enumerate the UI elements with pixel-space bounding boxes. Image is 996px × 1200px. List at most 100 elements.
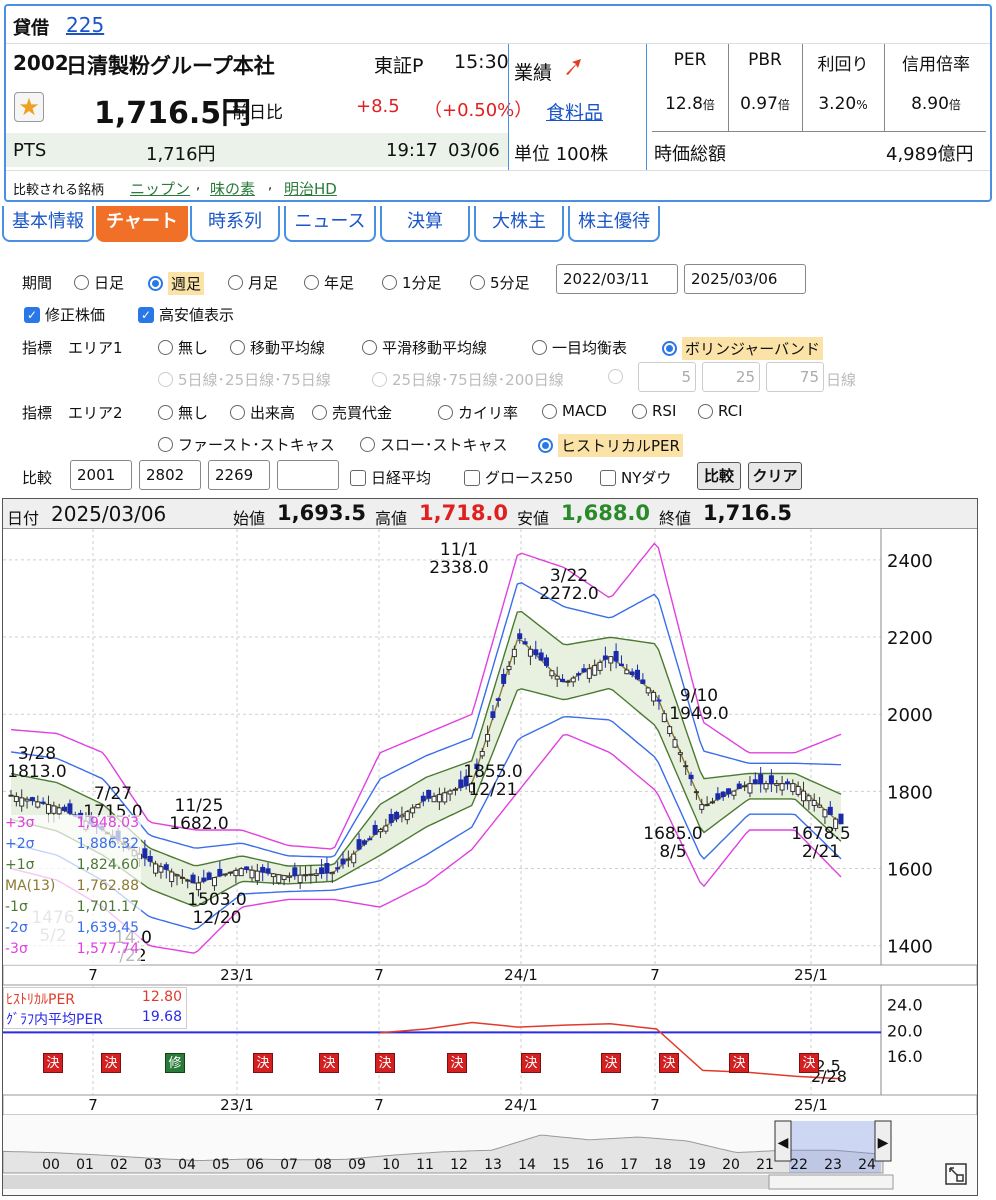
y-tick-3: 2000	[887, 705, 933, 726]
period-radio-4[interactable]: 1分足	[382, 272, 442, 293]
pts-time: 19:17	[386, 140, 438, 161]
candle-body	[399, 814, 405, 818]
area2-radio-1[interactable]: 出来高	[230, 402, 295, 423]
period-radio-2[interactable]: 月足	[228, 272, 278, 293]
ma-input-1[interactable]: 5	[638, 362, 696, 392]
period-radio-5[interactable]: 5分足	[470, 272, 530, 293]
kessan-marker-0[interactable]: 決	[43, 1053, 63, 1073]
period-radio-0[interactable]: 日足	[74, 272, 124, 293]
candle-body	[661, 713, 667, 723]
nydow-checkbox[interactable]: NYダウ	[600, 467, 671, 488]
taishaku-link[interactable]: 225	[66, 13, 104, 37]
candle-body	[645, 687, 651, 694]
compare-code-4[interactable]	[277, 460, 339, 490]
area1-radio-1[interactable]: 移動平均線	[230, 337, 325, 358]
kessan-marker-10[interactable]: 決	[799, 1053, 819, 1073]
date-to-input[interactable]: 2025/03/06	[684, 264, 806, 294]
legend-label-5: -2σ	[5, 920, 28, 936]
tab-2[interactable]: 時系列	[190, 206, 280, 242]
area2-radio-5[interactable]: RSI	[632, 402, 676, 420]
candle-body	[763, 783, 769, 790]
candle-body	[404, 811, 410, 821]
tab-1[interactable]: チャート	[96, 206, 188, 242]
metric-label-2: 利回り	[817, 55, 869, 75]
legend-label-4: -1σ	[5, 899, 28, 915]
expand-icon[interactable]	[943, 1161, 969, 1187]
area2-label: エリア2	[68, 404, 123, 422]
candle-body	[24, 798, 30, 802]
candle-body	[351, 853, 357, 864]
candle-body	[747, 783, 753, 794]
ma-set-2[interactable]: 25日線･75日線･200日線	[372, 369, 564, 390]
area2-radio-0[interactable]: 無し	[158, 402, 208, 423]
kessan-marker-8[interactable]: 決	[659, 1053, 679, 1073]
nikkei-checkbox[interactable]: 日経平均	[350, 467, 431, 488]
candle-body	[688, 774, 694, 780]
candle-body	[752, 779, 758, 785]
annotation-3: 11/1 2338.0	[429, 540, 488, 578]
compare-code-3[interactable]: 2269	[208, 460, 270, 490]
legend-label-6: -3σ	[5, 941, 28, 957]
tab-6[interactable]: 株主優待	[568, 206, 660, 242]
favorite-star-icon[interactable]: ★	[14, 92, 44, 122]
area2-radio-6[interactable]: RCI	[698, 402, 743, 420]
compare-link-nippn[interactable]: ニップン	[130, 178, 190, 199]
ma-set-1[interactable]: 5日線･25日線･75日線	[158, 369, 331, 390]
area2-radio-3[interactable]: カイリ率	[438, 402, 518, 423]
kessan-marker-7[interactable]: 決	[601, 1053, 621, 1073]
candle-body	[260, 866, 266, 873]
candle-body	[640, 679, 646, 684]
chart-svg[interactable]: 1400160018002000220024003/28 1813.07/27 17…	[3, 529, 977, 1195]
tab-3[interactable]: ニュース	[284, 206, 376, 242]
area1-radio-3[interactable]: 一目均衡表	[532, 337, 627, 358]
kessan-marker-5[interactable]: 決	[447, 1053, 467, 1073]
kessan-marker-6[interactable]: 決	[521, 1053, 541, 1073]
candle-body	[415, 803, 421, 809]
period-radio-3[interactable]: 年足	[304, 272, 354, 293]
ma-input-2[interactable]: 25	[702, 362, 760, 392]
nav-tick-17: 17	[620, 1157, 638, 1173]
adjusted-price-checkbox[interactable]: ✓ 修正株価	[24, 304, 105, 325]
date-from-input[interactable]: 2022/03/11	[556, 264, 678, 294]
nav-tick-10: 10	[382, 1157, 400, 1173]
area1-radio-2[interactable]: 平滑移動平均線	[362, 337, 487, 358]
pts-label: PTS	[13, 140, 47, 161]
shusei-marker[interactable]: 修	[165, 1053, 185, 1073]
compare-link-ajinomoto[interactable]: 味の素	[210, 178, 255, 199]
period-radio-1[interactable]: 週足	[148, 272, 205, 295]
tab-0[interactable]: 基本情報	[2, 206, 94, 242]
compare-code-2[interactable]: 2802	[139, 460, 201, 490]
per-legend: ﾋｽﾄﾘｶﾙPER 12.80 ｸﾞﾗﾌ内平均PER 19.68	[3, 987, 187, 1029]
ma-set-custom[interactable]	[608, 369, 628, 384]
kessan-marker-2[interactable]: 決	[253, 1053, 273, 1073]
gyoseki-up-arrow-icon[interactable]	[562, 56, 582, 76]
sector-link[interactable]: 食料品	[546, 98, 603, 125]
area2b-radio-1[interactable]: スロー･ストキャス	[360, 434, 508, 455]
ma-input-3[interactable]: 75	[766, 362, 824, 392]
legend-label-3: MA(13)	[5, 878, 56, 894]
clear-button[interactable]: クリア	[748, 462, 802, 490]
area1-radio-0[interactable]: 無し	[158, 337, 208, 358]
compare-button[interactable]: 比較	[697, 462, 741, 490]
x-tick-0: 7	[88, 966, 98, 984]
area1-radio-4[interactable]: ボリンジャーバンド	[662, 337, 823, 360]
high-low-checkbox[interactable]: ✓ 高安値表示	[138, 304, 234, 325]
growth250-checkbox[interactable]: グロース250	[464, 467, 573, 488]
candle-body	[297, 874, 303, 884]
compare-link-meiji[interactable]: 明治HD	[284, 178, 337, 199]
tab-5[interactable]: 大株主	[474, 206, 564, 242]
area2b-radio-2[interactable]: ヒストリカルPER	[538, 434, 683, 457]
kessan-marker-1[interactable]: 決	[101, 1053, 121, 1073]
area2-radio-2[interactable]: 売買代金	[312, 402, 392, 423]
area2b-radio-0[interactable]: ファースト･ストキャス	[158, 434, 335, 455]
kessan-marker-9[interactable]: 決	[729, 1053, 749, 1073]
metric-value-1: 0.97倍	[740, 94, 790, 114]
compare-code-1[interactable]: 2001	[70, 460, 132, 490]
stock-chart[interactable]: 日付 2025/03/06 始値 1,693.5 高値 1,718.0 安値 1…	[2, 498, 978, 1196]
kessan-marker-3[interactable]: 決	[319, 1053, 339, 1073]
candle-body	[768, 775, 774, 785]
area2-radio-4[interactable]: MACD	[542, 402, 607, 420]
kessan-marker-4[interactable]: 決	[375, 1053, 395, 1073]
x-axis-bar-2	[3, 1094, 977, 1116]
tab-4[interactable]: 決算	[380, 206, 470, 242]
